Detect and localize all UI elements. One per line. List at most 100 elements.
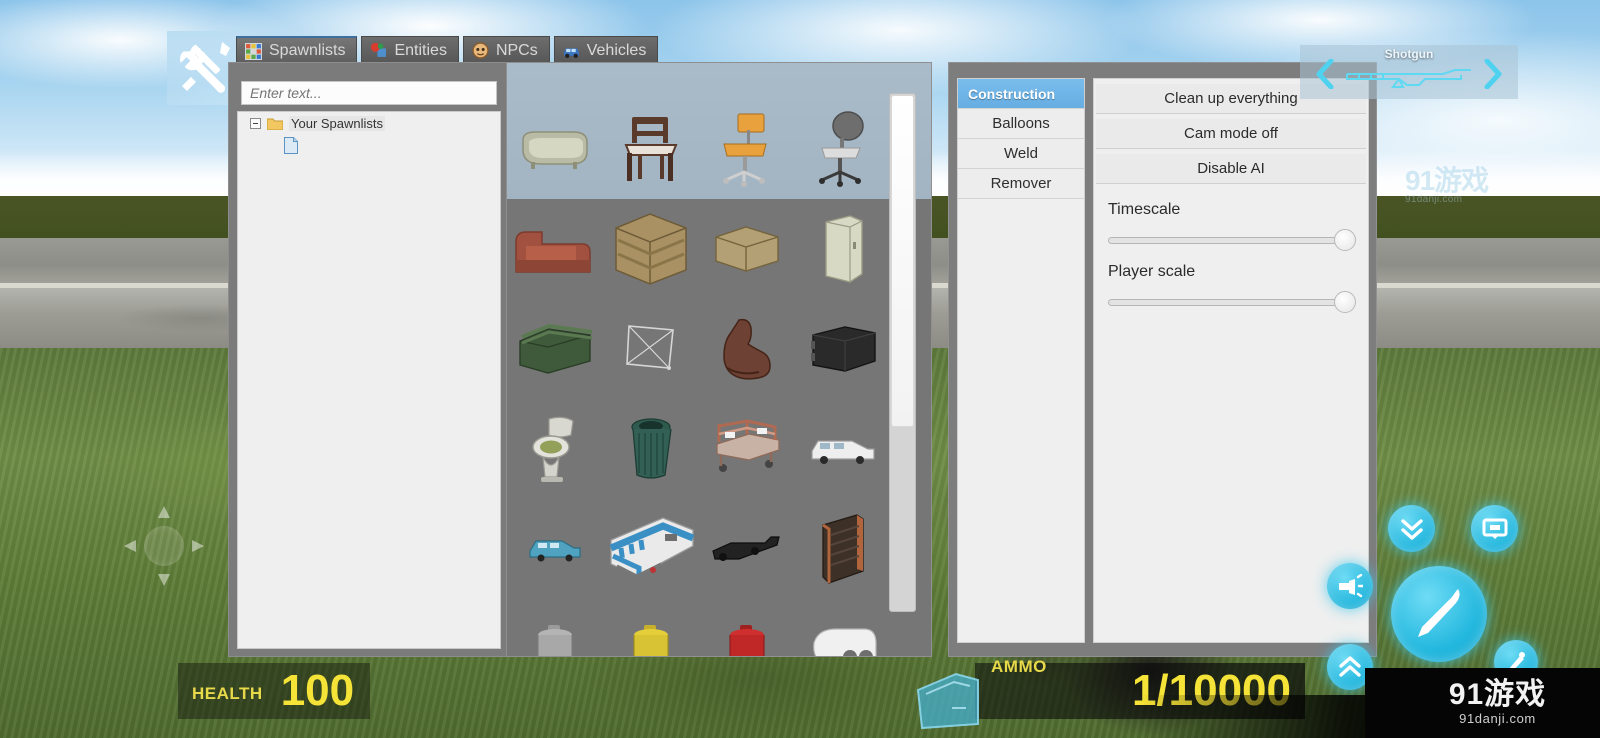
tool-item-construction-label: Construction [968, 85, 1056, 102]
search-input[interactable] [241, 81, 497, 105]
tab-vehicles[interactable]: Vehicles [553, 36, 659, 65]
spawn-item-blue-minivan[interactable] [507, 499, 603, 599]
knife-slash-icon [1418, 589, 1460, 637]
tab-npcs[interactable]: NPCs [462, 36, 550, 65]
tool-item-remover[interactable]: Remover [958, 169, 1084, 199]
weapon-selector[interactable]: Shotgun [1300, 45, 1518, 99]
flashlight-button[interactable] [1327, 563, 1373, 609]
watermark-main: 91游戏 [1448, 678, 1547, 711]
health-label: HEALTH [192, 684, 263, 703]
spawn-item-white-van[interactable] [795, 399, 891, 499]
npc-face-icon [472, 42, 489, 59]
chevron-left-icon[interactable] [1314, 59, 1336, 89]
player-scale-label: Player scale [1108, 263, 1196, 280]
health-value: 100 [280, 666, 355, 715]
spawn-item-green-dumpster[interactable] [507, 299, 603, 399]
spawn-item-wooden-chair[interactable] [603, 99, 699, 199]
watermark-sub: 91danji.com [1459, 711, 1536, 726]
tool-list[interactable]: Construction Balloons Weld Remover [957, 78, 1085, 643]
spawn-item-bathtub[interactable] [507, 99, 603, 199]
player-scale-slider-track[interactable] [1108, 299, 1342, 306]
disable-ai-button[interactable]: Disable AI [1096, 154, 1366, 184]
double-chevron-down-icon [1400, 518, 1423, 540]
spawn-item-leather-boot[interactable] [699, 299, 795, 399]
spawn-item-black-case[interactable] [795, 299, 891, 399]
tool-panel-frame: Construction Balloons Weld Remover Clean… [948, 62, 1377, 657]
spawn-grid-row[interactable] [507, 599, 891, 656]
spawn-item-green-trash-can[interactable] [603, 399, 699, 499]
double-chevron-up-icon [1339, 656, 1361, 677]
spawn-item-large-wooden-crate[interactable] [603, 199, 699, 299]
spawn-item-toilet[interactable] [507, 399, 603, 499]
tool-item-balloons-label: Balloons [992, 115, 1050, 132]
tab-vehicles-label: Vehicles [586, 41, 647, 59]
player-scale-slider[interactable] [1108, 291, 1356, 313]
tool-item-weld-label: Weld [1004, 145, 1038, 162]
timescale-slider-track[interactable] [1108, 237, 1342, 244]
spawnlist-tree[interactable]: Your Spawnlists [237, 111, 501, 649]
speech-screen-icon [1482, 518, 1507, 539]
dpad-joystick[interactable] [118, 500, 210, 592]
spawn-grid-row[interactable] [507, 99, 891, 199]
tool-item-weld[interactable]: Weld [958, 139, 1084, 169]
folder-icon [267, 118, 283, 130]
spawn-item-brick-wall-panel[interactable] [795, 499, 891, 599]
vehicle-door-prop [916, 672, 979, 730]
tree-collapse-toggle[interactable] [250, 118, 261, 129]
spawn-item-yellow-gas-canister[interactable] [603, 599, 699, 656]
spawn-item-red-gas-canister[interactable] [699, 599, 795, 656]
tool-item-remover-label: Remover [990, 175, 1052, 192]
spawn-item-metal-locker[interactable] [795, 199, 891, 299]
spawn-item-small-wooden-crate[interactable] [699, 199, 795, 299]
tab-spawnlists[interactable]: Spawnlists [236, 36, 358, 65]
spawn-item-train-car[interactable] [603, 499, 699, 599]
tool-options-panel: Clean up everything Cam mode off Disable… [1093, 78, 1369, 643]
spawn-grid-rows[interactable] [507, 99, 891, 656]
spawn-grid-row[interactable] [507, 199, 891, 299]
spawn-grid-row[interactable] [507, 499, 891, 599]
timescale-label: Timescale [1108, 201, 1181, 218]
tab-entities-label: Entities [394, 41, 447, 59]
spawn-item-orange-office-chair[interactable] [699, 99, 795, 199]
spawn-item-blue-gas-canister[interactable] [507, 599, 603, 656]
spawn-grid-row[interactable] [507, 299, 891, 399]
dpad-arrows-icon [124, 506, 204, 586]
attack-button[interactable] [1391, 566, 1487, 662]
spawn-item-wire-frame-barrier[interactable] [603, 299, 699, 399]
grid-icon [245, 42, 262, 60]
cam-mode-button[interactable]: Cam mode off [1096, 119, 1366, 149]
tree-child-item[interactable] [238, 131, 500, 159]
spawn-menu-tabbar[interactable]: Spawnlists Entities NPCs Vehicles [236, 36, 659, 65]
document-icon [284, 137, 298, 154]
watermark: 91游戏 91danji.com [1365, 668, 1600, 738]
spawnlists-panel: Your Spawnlists [228, 62, 508, 657]
spawn-item-white-machine-prop[interactable] [795, 599, 891, 656]
grid-scrollbar-thumb[interactable] [891, 95, 914, 427]
spawn-grid-row[interactable] [507, 399, 891, 499]
grid-scrollbar[interactable] [889, 93, 916, 612]
tree-root-label: Your Spawnlists [289, 116, 386, 131]
timescale-slider[interactable] [1108, 229, 1356, 251]
tool-item-balloons[interactable]: Balloons [958, 109, 1084, 139]
spawn-item-black-flatbed-trailer[interactable] [699, 499, 795, 599]
spawn-item-grey-office-chair[interactable] [795, 99, 891, 199]
car-icon [563, 48, 579, 58]
crouch-button[interactable] [1388, 505, 1435, 552]
tool-item-construction[interactable]: Construction [958, 79, 1084, 109]
spawn-icon-grid-panel[interactable] [506, 62, 932, 657]
spawn-item-hospital-bed-cart[interactable] [699, 399, 795, 499]
spawn-item-red-couch[interactable] [507, 199, 603, 299]
shotgun-outline-icon [1346, 69, 1471, 88]
entities-icon [371, 42, 387, 57]
tab-entities[interactable]: Entities [361, 36, 459, 65]
tab-npcs-label: NPCs [495, 41, 538, 59]
cam-mode-label: Cam mode off [1184, 125, 1278, 142]
timescale-slider-knob[interactable] [1334, 229, 1356, 251]
chat-button[interactable] [1471, 505, 1518, 552]
tree-row-root[interactable]: Your Spawnlists [238, 112, 500, 131]
tab-spawnlists-label: Spawnlists [269, 42, 346, 59]
player-scale-slider-knob[interactable] [1334, 291, 1356, 313]
clean-up-everything-label: Clean up everything [1164, 90, 1298, 107]
health-hud: HEALTH 100 [178, 663, 370, 719]
chevron-right-icon[interactable] [1482, 59, 1504, 89]
